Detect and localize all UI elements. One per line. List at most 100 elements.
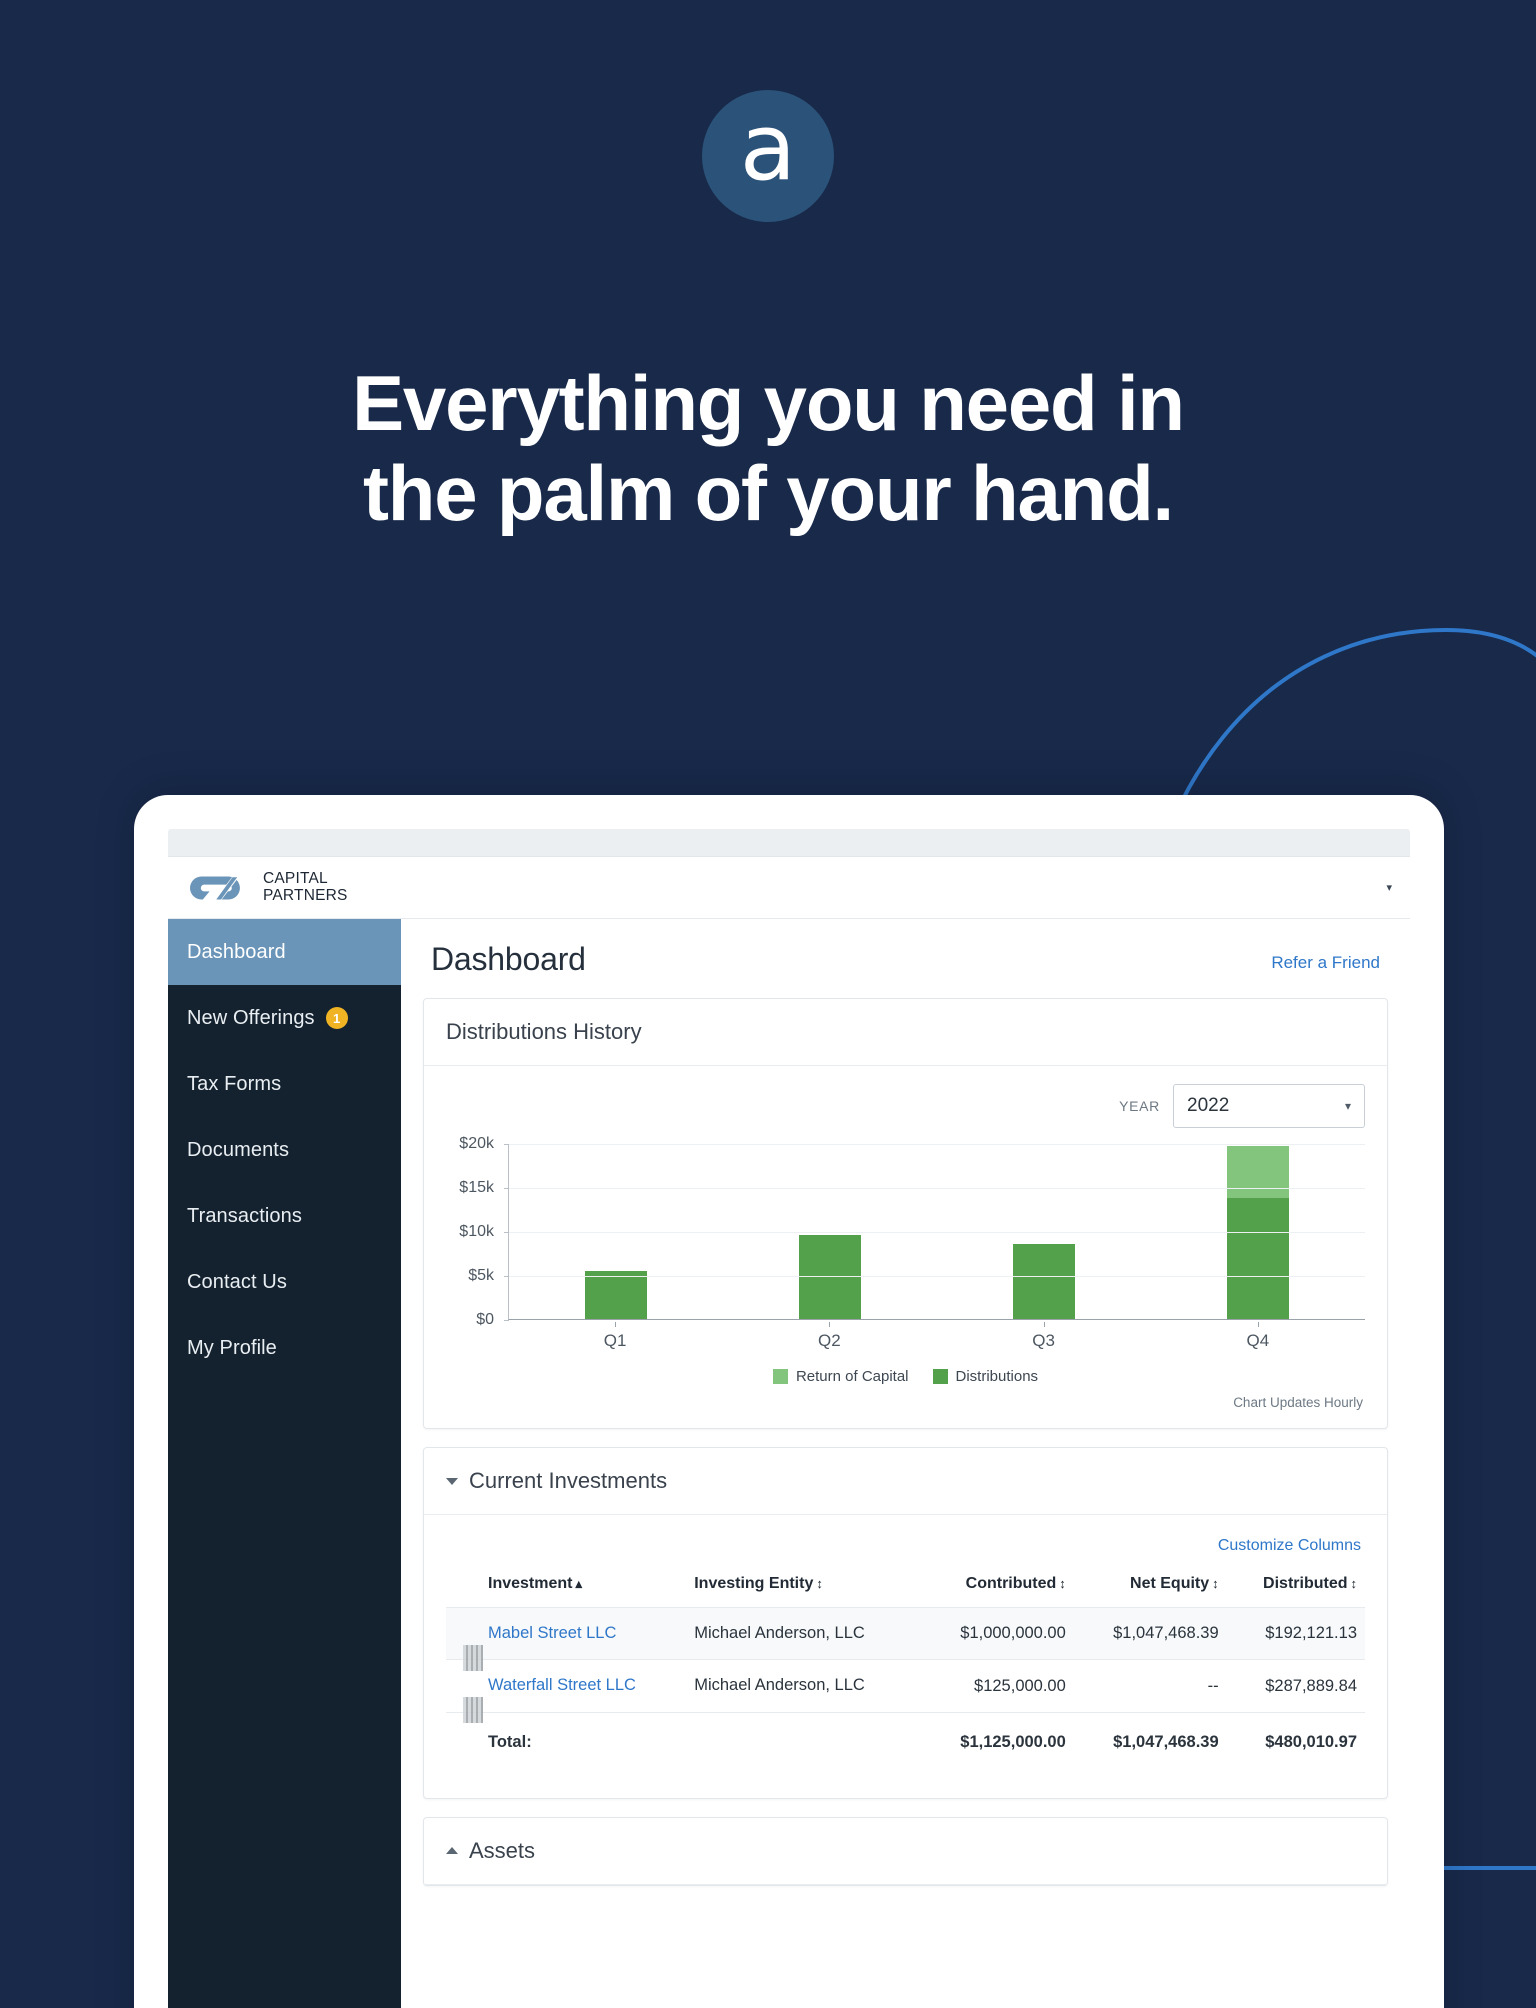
new-offerings-count-badge: 1 — [325, 1007, 348, 1029]
column-net-equity[interactable]: Net Equity ↕ — [1074, 1567, 1227, 1608]
table-total-row: Total: $1,125,000.00 $1,047,468.39 $480,… — [446, 1712, 1365, 1772]
column-label: Net Equity — [1130, 1575, 1210, 1592]
sidebar: Dashboard New Offerings 1 Tax Forms Docu… — [168, 919, 401, 2008]
legend-swatch — [932, 1369, 948, 1384]
bar-q2[interactable] — [799, 1235, 861, 1319]
column-label: Distributed — [1263, 1575, 1348, 1592]
distributions-history-card: Distributions History YEAR 2022 ▾ $0 $5k $… — [423, 998, 1388, 1429]
total-distributed-cell: $480,010.97 — [1265, 1732, 1357, 1751]
row-investment-cell: Mabel Street LLC — [480, 1608, 686, 1660]
sort-asc-icon: ▴ — [575, 1576, 582, 1591]
x-tick-label: Q3 — [937, 1322, 1151, 1351]
brand-logo-circle: a — [702, 90, 834, 222]
investments-table: Investment ▴ Investing Entity ↕ Contribute… — [446, 1567, 1365, 1772]
table-row[interactable]: Mabel Street LLC Michael Anderson, LLC $… — [446, 1607, 1365, 1660]
bar-segment-distributions — [1227, 1197, 1289, 1319]
sidebar-item-documents[interactable]: Documents — [168, 1117, 401, 1183]
brand-text: CAPITAL PARTNERS — [263, 869, 348, 904]
sidebar-item-label: My Profile — [187, 1336, 277, 1359]
bar-segment-return-of-capital — [1227, 1145, 1289, 1198]
brand[interactable]: CAPITAL PARTNERS — [188, 869, 348, 905]
sidebar-item-transactions[interactable]: Transactions — [168, 1183, 401, 1249]
sidebar-item-label: Dashboard — [187, 940, 286, 963]
page-headline: Everything you need in the palm of your … — [0, 358, 1536, 539]
bar-q1[interactable] — [585, 1270, 647, 1319]
sort-icon: ↕ — [1350, 1576, 1358, 1591]
x-tickmark — [615, 1322, 617, 1327]
year-filter-row: YEAR 2022 ▾ — [446, 1084, 1365, 1128]
chevron-up-icon — [446, 1847, 458, 1855]
bar-segment-distributions — [799, 1235, 861, 1319]
sort-icon: ↕ — [1059, 1576, 1066, 1591]
column-label: Investment — [488, 1575, 573, 1592]
headline-line-1: Everything you need in — [352, 359, 1185, 447]
year-select[interactable]: 2022 ▾ — [1173, 1084, 1365, 1128]
total-contributed-cell: $1,125,000.00 — [960, 1732, 1066, 1751]
account-menu-caret-icon[interactable]: ▾ — [1386, 881, 1392, 894]
row-net-equity-cell: -- — [1207, 1676, 1219, 1695]
chart-update-note: Chart Updates Hourly — [1233, 1395, 1363, 1410]
sidebar-item-dashboard[interactable]: Dashboard — [168, 919, 401, 985]
chevron-down-icon: ▾ — [1344, 1099, 1351, 1113]
row-net-equity-cell: $1,047,468.39 — [1113, 1624, 1219, 1643]
refer-a-friend-link[interactable]: Refer a Friend — [1271, 953, 1380, 978]
chart-body: YEAR 2022 ▾ $0 $5k $10k $15k $20k Q1 Q2 Q3 — [424, 1066, 1387, 1428]
bar-q3[interactable] — [1013, 1244, 1075, 1319]
current-investments-card: Current Investments Customize Columns In… — [423, 1447, 1388, 1799]
sidebar-item-tax-forms[interactable]: Tax Forms — [168, 1051, 401, 1117]
x-tick-label: Q2 — [722, 1322, 936, 1351]
chevron-down-icon — [446, 1477, 458, 1485]
brand-logo-glyph: a — [739, 94, 797, 201]
assets-title: Assets — [469, 1837, 536, 1863]
table-row[interactable]: Waterfall Street LLC Michael Anderson, L… — [446, 1659, 1365, 1712]
tablet-screen: CAPITAL PARTNERS ▾ Dashboard New Offerin… — [168, 829, 1410, 2008]
sidebar-item-contact-us[interactable]: Contact Us — [168, 1249, 401, 1315]
column-investing-entity[interactable]: Investing Entity ↕ — [686, 1567, 921, 1608]
x-tick-label: Q4 — [1151, 1322, 1365, 1351]
x-tickmark — [1043, 1322, 1045, 1327]
assets-card: Assets — [423, 1816, 1388, 1886]
investments-table-head: Investment ▴ Investing Entity ↕ Contribute… — [446, 1567, 1365, 1608]
year-select-value: 2022 — [1187, 1095, 1230, 1116]
sidebar-item-label: Transactions — [187, 1204, 302, 1227]
chart-legend: Return of Capital Distributions — [446, 1368, 1365, 1385]
customize-columns-link[interactable]: Customize Columns — [1218, 1537, 1361, 1554]
y-tick-label: $10k — [459, 1223, 494, 1240]
sidebar-item-new-offerings[interactable]: New Offerings 1 — [168, 985, 401, 1051]
sidebar-item-label: Documents — [187, 1138, 290, 1161]
browser-chrome-bar — [168, 829, 1410, 857]
investment-link[interactable]: Mabel Street LLC — [488, 1624, 616, 1642]
gridline — [509, 1276, 1365, 1277]
sidebar-item-label: Contact Us — [187, 1270, 287, 1293]
column-distributed[interactable]: Distributed ↕ — [1227, 1567, 1365, 1608]
bar-segment-distributions — [585, 1270, 647, 1319]
row-investment-cell: Waterfall Street LLC — [480, 1660, 686, 1712]
investments-table-body-rows: Mabel Street LLC Michael Anderson, LLC $… — [446, 1607, 1365, 1772]
column-investment[interactable]: Investment ▴ — [480, 1567, 686, 1608]
x-tickmark — [829, 1322, 831, 1327]
legend-item[interactable]: Return of Capital — [772, 1368, 909, 1385]
chart-plot-area — [504, 1144, 1365, 1321]
customize-columns-row: Customize Columns — [446, 1523, 1365, 1567]
row-contributed-cell: $1,000,000.00 — [960, 1624, 1066, 1643]
row-thumbnail-cell — [446, 1608, 480, 1660]
sidebar-item-my-profile[interactable]: My Profile — [168, 1315, 401, 1381]
entity-text: Michael Anderson, LLC — [694, 1676, 865, 1695]
assets-header[interactable]: Assets — [424, 1818, 1387, 1885]
y-tickmark — [504, 1232, 509, 1233]
column-contributed[interactable]: Contributed ↕ — [921, 1567, 1074, 1608]
total-net-equity-cell: $1,047,468.39 — [1113, 1732, 1219, 1751]
bar-segment-distributions — [1013, 1244, 1075, 1319]
investment-link[interactable]: Waterfall Street LLC — [488, 1676, 636, 1694]
year-filter-label: YEAR — [1119, 1098, 1160, 1114]
chart-y-axis: $0 $5k $10k $15k $20k — [446, 1135, 502, 1328]
brand-line-1: CAPITAL — [263, 869, 328, 887]
y-tick-label: $20k — [459, 1135, 494, 1152]
sidebar-item-label: New Offerings — [187, 1006, 315, 1029]
capital-partners-logo-icon — [190, 876, 240, 899]
table-header-row: Investment ▴ Investing Entity ↕ Contribute… — [446, 1567, 1365, 1608]
page-title: Dashboard — [431, 941, 586, 977]
current-investments-header[interactable]: Current Investments — [424, 1448, 1387, 1515]
legend-item[interactable]: Distributions — [932, 1368, 1039, 1385]
legend-label: Distributions — [955, 1368, 1039, 1385]
